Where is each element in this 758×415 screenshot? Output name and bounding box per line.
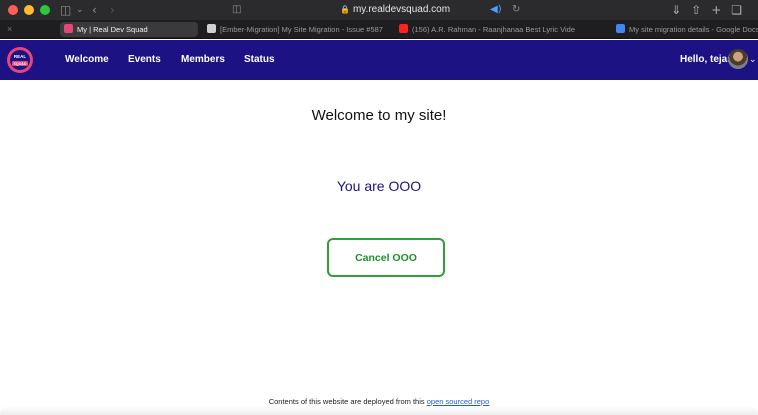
svg-text:SQUAD: SQUAD <box>14 62 27 66</box>
address-bar[interactable]: 🔒 my.realdevsquad.com <box>340 2 450 18</box>
close-tab-icon[interactable]: × <box>7 22 12 37</box>
toolbar-right-icons[interactable]: ⇓⇧+❏ <box>671 2 752 18</box>
cancel-ooo-button[interactable]: Cancel OOO <box>327 238 445 277</box>
shield-icon[interactable]: ◫ <box>232 2 241 18</box>
tab-label: My site migration details - Google Docs <box>629 25 758 34</box>
tab-ember-migration[interactable]: [Ember-Migration] My Site Migration - Is… <box>203 22 383 37</box>
nav-link-status[interactable]: Status <box>244 40 275 80</box>
chevron-down-icon[interactable]: ⌄ <box>76 2 84 18</box>
nav-link-members[interactable]: Members <box>181 40 225 80</box>
minimize-window-button[interactable] <box>24 5 34 15</box>
zoom-window-button[interactable] <box>40 5 50 15</box>
tab-label: [Ember-Migration] My Site Migration - Is… <box>220 25 383 34</box>
close-window-button[interactable] <box>8 5 18 15</box>
back-arrow-icon[interactable]: ‹ <box>92 2 97 18</box>
tab-label: My | Real Dev Squad <box>77 25 148 34</box>
audio-playing-icon[interactable]: ◀) <box>490 2 502 18</box>
footer: Contents of this website are deployed fr… <box>0 397 758 406</box>
site-navbar: REAL SQUAD Welcome Events Members Status… <box>0 40 758 80</box>
tab-youtube-video[interactable]: (156) A.R. Rahman - Raanjhanaa Best Lyri… <box>395 22 575 37</box>
page-title: Welcome to my site! <box>311 107 447 124</box>
github-icon <box>207 24 216 33</box>
tab-bar: × My | Real Dev Squad [Ember-Migration] … <box>0 20 758 39</box>
lock-icon: 🔒 <box>340 5 350 14</box>
nav-link-welcome[interactable]: Welcome <box>65 40 109 80</box>
site-favicon-icon <box>64 24 73 33</box>
open-sourced-repo-link[interactable]: open sourced repo <box>427 397 490 406</box>
ooo-status-text: You are OOO <box>336 178 422 194</box>
tab-google-docs[interactable]: My site migration details - Google Docs <box>612 22 758 37</box>
footer-divider <box>0 406 758 415</box>
reload-icon[interactable]: ↻ <box>512 2 520 18</box>
footer-text: Contents of this website are deployed fr… <box>268 397 425 406</box>
tab-label: (156) A.R. Rahman - Raanjhanaa Best Lyri… <box>412 25 575 34</box>
nav-link-events[interactable]: Events <box>128 40 161 80</box>
browser-titlebar: ◫ ⌄ ‹ › ◫ 🔒 my.realdevsquad.com ◀) ↻ ⇓⇧+❏ <box>0 0 758 20</box>
avatar[interactable] <box>728 49 748 69</box>
address-url: my.realdevsquad.com <box>352 4 451 15</box>
google-docs-icon <box>616 24 625 33</box>
tab-my-real-dev-squad[interactable]: My | Real Dev Squad <box>60 22 198 37</box>
real-dev-squad-logo[interactable]: REAL SQUAD <box>6 44 34 76</box>
forward-arrow-icon[interactable]: › <box>110 2 115 18</box>
chevron-down-icon[interactable]: ⌄ <box>749 40 757 80</box>
sidebar-toggle-icon[interactable]: ◫ <box>60 2 71 18</box>
svg-text:REAL: REAL <box>14 54 27 59</box>
youtube-icon <box>399 24 408 33</box>
